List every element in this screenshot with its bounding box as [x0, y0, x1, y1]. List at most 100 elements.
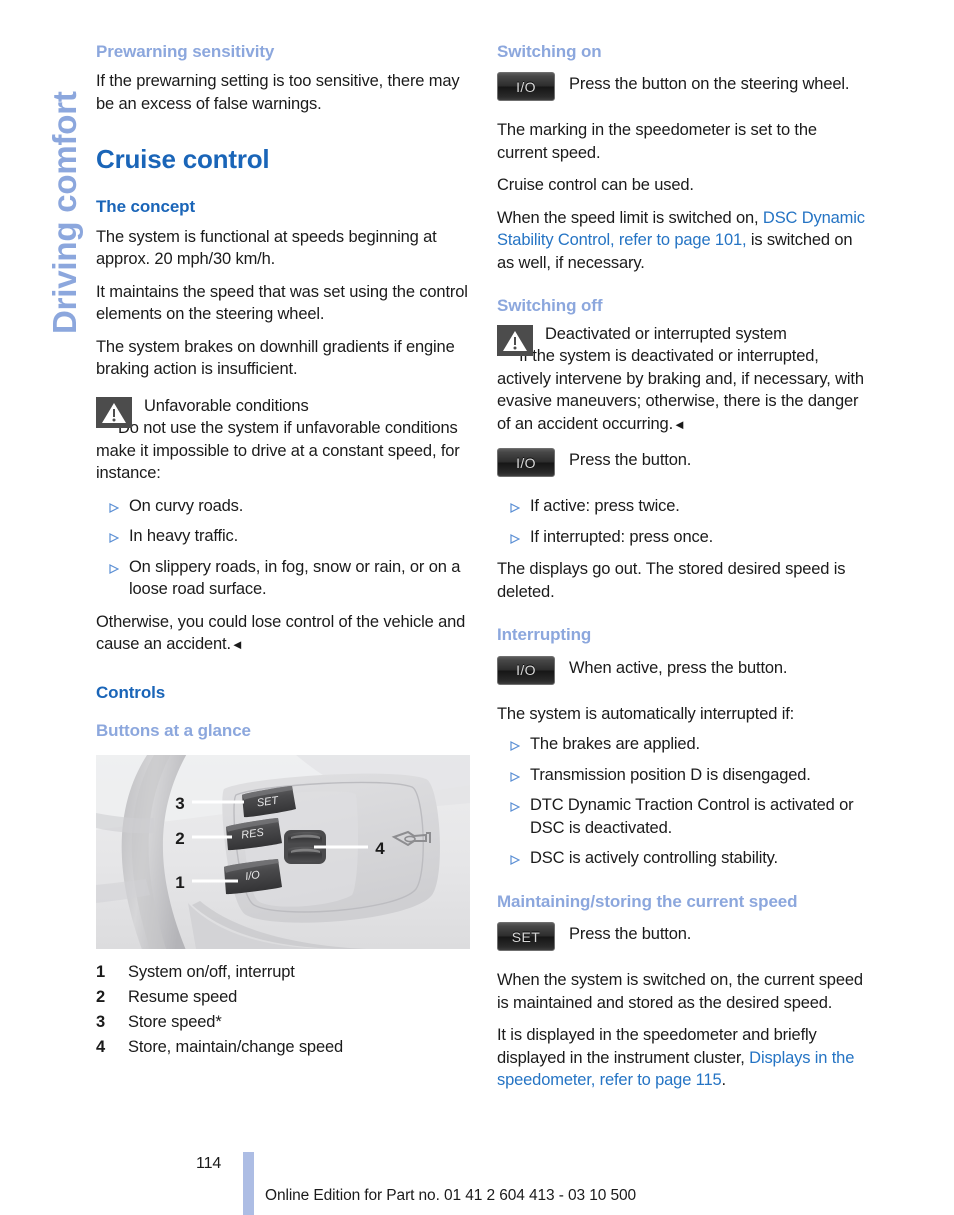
- right-column: Switching on I/O Press the button on the…: [497, 42, 871, 1092]
- bullet-triangle-icon: [503, 855, 520, 866]
- table-row: 4 Store, maintain/change speed: [96, 1036, 343, 1061]
- button-instruction-maintaining: SET Press the button.: [497, 922, 871, 952]
- list-item-text: If active: press twice.: [530, 497, 680, 516]
- maintaining-paragraph-2: It is displayed in the speedometer and b…: [497, 1024, 871, 1092]
- button-instruction-switching-off: I/O Press the button.: [497, 448, 871, 478]
- bullet-triangle-icon: [503, 802, 520, 813]
- list-item-text: If interrupted: press once.: [530, 527, 714, 546]
- legend-number: 2: [96, 988, 106, 1007]
- bullet-triangle-icon: [102, 533, 119, 544]
- concept-paragraph-2: It maintains the speed that was set usin…: [96, 282, 468, 324]
- warning-end-mark: ◄: [673, 416, 686, 432]
- list-item-text: DSC is actively controlling stability.: [530, 849, 778, 868]
- legend-number: 4: [96, 1038, 106, 1057]
- list-item: If active: press twice.: [497, 495, 871, 518]
- warning-end-mark: ◄: [230, 637, 244, 653]
- switching-off-closing-paragraph: The displays go out. The stored desired …: [497, 560, 846, 601]
- warning-triangle-icon: [497, 324, 533, 356]
- prewarning-paragraph: If the prewarning setting is too sensiti…: [96, 72, 460, 113]
- bullet-triangle-icon: [102, 563, 119, 574]
- bullet-triangle-icon: [503, 741, 520, 752]
- list-item-text: In heavy traffic.: [129, 527, 239, 546]
- table-row: 2 Resume speed: [96, 986, 343, 1011]
- list-item: The brakes are applied.: [497, 733, 871, 756]
- list-item: On curvy roads.: [96, 495, 470, 518]
- warning-heading: Unfavorable conditions: [144, 396, 309, 415]
- footer-edition-text: Online Edition for Part no. 01 41 2 604 …: [265, 1187, 637, 1204]
- warning-triangle-icon: [96, 396, 132, 428]
- switching-on-paragraph-3: When the speed limit is switched on, DSC…: [497, 207, 871, 275]
- paragraph-text-after: .: [721, 1071, 727, 1090]
- warning-heading: Deactivated or interrupted system: [545, 324, 787, 343]
- warning-body-text: Do not use the system if unfavorable con…: [96, 419, 460, 483]
- button-instruction-text: Press the button.: [569, 451, 692, 470]
- list-item: On slippery roads, in fog, snow or rain,…: [96, 556, 470, 601]
- manual-page: Driving comfort Prewarning sensitivity I…: [0, 0, 954, 1215]
- svg-text:1: 1: [175, 873, 184, 892]
- chapter-tab: Driving comfort: [0, 0, 90, 360]
- legend-text: Store speed*: [128, 1013, 222, 1032]
- io-button-glyph: I/O: [497, 72, 555, 102]
- button-instruction-switching-on: I/O Press the button on the steering whe…: [497, 72, 871, 102]
- bullet-triangle-icon: [503, 771, 520, 782]
- figure-legend-table: 1 System on/off, interrupt 2 Resume spee…: [96, 961, 343, 1061]
- switching-off-bullet-list: If active: press twice. If interrupted: …: [497, 495, 871, 548]
- warning-body: Do not use the system if unfavorable con…: [96, 417, 470, 485]
- list-item-text: The brakes are applied.: [530, 735, 700, 754]
- legend-text: Resume speed: [128, 988, 238, 1007]
- list-item-text: On curvy roads.: [129, 496, 244, 515]
- svg-text:I/O: I/O: [244, 869, 261, 883]
- steering-wheel-figure: SET RES I/O 3 2 1 4: [96, 755, 470, 950]
- page-title-cruise-control: Cruise control: [96, 144, 270, 175]
- button-instruction-text: When active, press the button.: [569, 658, 788, 677]
- set-button-glyph: SET: [497, 922, 555, 952]
- bullet-triangle-icon: [503, 503, 520, 514]
- interrupting-bullet-list: The brakes are applied. Transmission pos…: [497, 733, 871, 870]
- list-item-text: On slippery roads, in fog, snow or rain,…: [129, 557, 461, 599]
- io-button-glyph: I/O: [497, 655, 555, 685]
- footer-accent-bar: [243, 1152, 254, 1215]
- button-instruction-interrupting: I/O When active, press the button.: [497, 655, 871, 685]
- svg-text:4: 4: [375, 839, 385, 858]
- button-instruction-text: Press the button.: [569, 925, 692, 944]
- left-column: Prewarning sensitivity If the prewarning…: [96, 42, 470, 1061]
- warning-bullet-list: On curvy roads. In heavy traffic. On sli…: [96, 495, 470, 601]
- io-button-glyph: I/O: [497, 448, 555, 478]
- list-item: In heavy traffic.: [96, 525, 470, 548]
- list-item: If interrupted: press once.: [497, 526, 871, 549]
- button-instruction-text: Press the button on the steering wheel.: [569, 75, 850, 94]
- list-item-text: DTC Dynamic Traction Control is activate…: [530, 796, 854, 837]
- maintaining-paragraph-1: When the system is switched on, the curr…: [497, 971, 863, 1012]
- section-heading-controls: Controls: [96, 682, 166, 702]
- section-heading-buttons-at-a-glance: Buttons at a glance: [96, 721, 251, 741]
- section-heading-prewarning-sensitivity: Prewarning sensitivity: [96, 42, 275, 61]
- concept-paragraph-1: The system is functional at speeds begin…: [96, 227, 437, 269]
- warning-block-unfavorable-conditions: Unfavorable conditions Do not use the sy…: [96, 395, 470, 485]
- list-item: Transmission position D is disengaged.: [497, 764, 871, 787]
- svg-text:2: 2: [175, 829, 184, 848]
- bullet-triangle-icon: [503, 533, 520, 544]
- list-item: DTC Dynamic Traction Control is activate…: [497, 794, 871, 839]
- interrupting-intro: The system is automatically interrupted …: [497, 704, 795, 723]
- section-heading-switching-off: Switching off: [497, 296, 603, 316]
- svg-text:3: 3: [175, 794, 184, 813]
- legend-number: 1: [96, 963, 106, 982]
- switching-on-paragraph-1: The marking in the speedometer is set to…: [497, 121, 817, 162]
- section-heading-interrupting: Interrupting: [497, 625, 592, 645]
- section-heading-switching-on: Switching on: [497, 42, 602, 61]
- paragraph-text-before: When the speed limit is switched on,: [497, 208, 763, 227]
- legend-text: Store, maintain/change speed: [128, 1038, 344, 1057]
- warning-block-deactivated-system: Deactivated or interrupted system If the…: [497, 323, 871, 437]
- section-heading-the-concept: The concept: [96, 197, 196, 217]
- legend-text: System on/off, interrupt: [128, 963, 295, 982]
- switching-on-paragraph-2: Cruise control can be used.: [497, 176, 694, 195]
- section-heading-maintaining-storing-current-speed: Maintaining/storing the current speed: [497, 891, 798, 911]
- bullet-triangle-icon: [102, 502, 119, 513]
- concept-paragraph-3: The system brakes on downhill gradients …: [96, 337, 455, 379]
- list-item: DSC is actively controlling stability.: [497, 847, 871, 870]
- table-row: 1 System on/off, interrupt: [96, 961, 343, 986]
- list-item-text: Transmission position D is disengaged.: [530, 765, 811, 784]
- warning-closing-paragraph: Otherwise, you could lose control of the…: [96, 611, 470, 657]
- warning-body: If the system is deactivated or interrup…: [497, 345, 871, 436]
- chapter-tab-label: Driving comfort: [46, 91, 83, 334]
